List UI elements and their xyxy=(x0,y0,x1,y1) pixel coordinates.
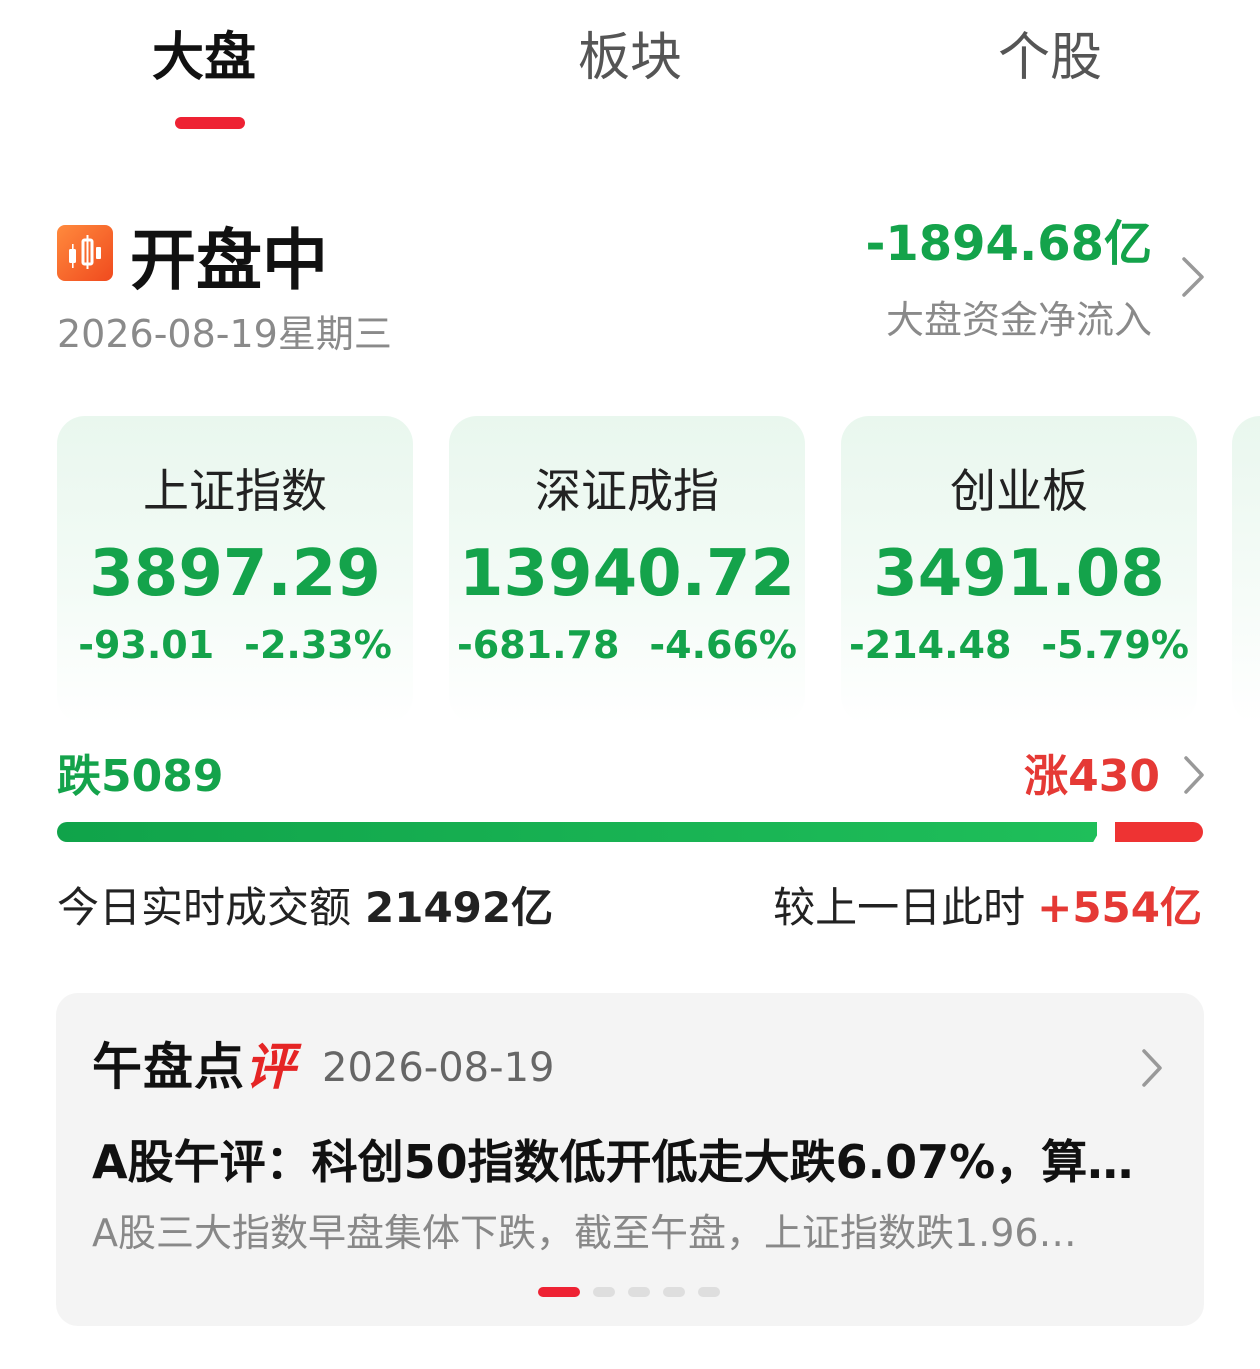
index-name: 创业板 xyxy=(950,464,1088,518)
turnover-row: 今日实时成交额 21492亿 xyxy=(57,882,553,934)
index-value: 13940.72 xyxy=(458,537,796,611)
turnover-label: 今日实时成交额 xyxy=(57,883,352,932)
carousel-dot[interactable] xyxy=(698,1287,720,1297)
turnover-compare-row: 较上一日此时 +554亿 xyxy=(773,882,1202,934)
tab-stocks[interactable]: 个股 xyxy=(998,26,1102,90)
index-card-chinext[interactable]: 创业板 3491.08 -214.48 -5.79% xyxy=(841,416,1197,724)
market-status-date: 2026-08-19星期三 xyxy=(57,312,392,356)
index-card-shanghai[interactable]: 上证指数 3897.29 -93.01 -2.33% xyxy=(57,416,413,724)
turnover-compare-value: +554亿 xyxy=(1037,883,1202,932)
index-change-pct: -5.79% xyxy=(1041,623,1190,667)
carousel-dot[interactable] xyxy=(593,1287,615,1297)
commentary-summary: A股三大指数早盘集体下跌，截至午盘，上证指数跌1.96… xyxy=(92,1211,1077,1255)
chevron-right-icon[interactable] xyxy=(1138,1047,1166,1089)
rising-stocks-count[interactable]: 涨430 xyxy=(1024,750,1160,804)
index-card-next-peek[interactable] xyxy=(1232,416,1260,724)
falling-stocks-count: 跌5089 xyxy=(57,751,224,802)
net-inflow-value[interactable]: -1894.68亿 xyxy=(865,214,1152,274)
top-tab-bar: 大盘 板块 个股 xyxy=(0,0,1260,140)
commentary-date: 2026-08-19 xyxy=(322,1045,555,1091)
index-change-row: -681.78 -4.66% xyxy=(449,622,805,668)
turnover-compare-label: 较上一日此时 xyxy=(773,883,1026,932)
net-inflow-label[interactable]: 大盘资金净流入 xyxy=(886,296,1152,344)
index-change-row: -214.48 -5.79% xyxy=(841,622,1197,668)
index-change: -214.48 xyxy=(848,623,1012,667)
market-breadth-bar xyxy=(57,822,1203,842)
turnover-value: 21492亿 xyxy=(365,883,554,932)
index-change-row: -93.01 -2.33% xyxy=(57,622,413,668)
index-change: -681.78 xyxy=(456,623,620,667)
index-change-pct: -4.66% xyxy=(649,623,798,667)
breadth-fall-segment xyxy=(57,822,1097,842)
index-change: -93.01 xyxy=(78,623,215,667)
chevron-right-icon[interactable] xyxy=(1178,255,1208,299)
carousel-dot[interactable] xyxy=(663,1287,685,1297)
index-card-shenzhen[interactable]: 深证成指 13940.72 -681.78 -4.66% xyxy=(449,416,805,724)
index-value: 3491.08 xyxy=(873,537,1165,611)
carousel-dot[interactable] xyxy=(538,1287,580,1297)
active-tab-indicator xyxy=(175,117,245,129)
carousel-dot[interactable] xyxy=(628,1287,650,1297)
midday-commentary-card[interactable]: 午盘点评 2026-08-19 A股午评：科创50指数低开低走大跌6.07%，算… xyxy=(56,993,1204,1326)
breadth-rise-segment xyxy=(1115,822,1203,842)
chevron-right-icon[interactable] xyxy=(1180,754,1208,796)
commentary-brand-accent: 评 xyxy=(245,1038,296,1096)
index-name: 深证成指 xyxy=(535,464,719,518)
tab-market[interactable]: 大盘 xyxy=(152,26,256,90)
commentary-brand: 午盘点评 xyxy=(92,1037,296,1097)
tab-sectors[interactable]: 板块 xyxy=(578,26,682,90)
market-status-title: 开盘中 xyxy=(130,222,328,299)
index-change-pct: -2.33% xyxy=(244,623,392,667)
index-name: 上证指数 xyxy=(143,464,327,518)
commentary-headline[interactable]: A股午评：科创50指数低开低走大跌6.07%，算… xyxy=(92,1133,1168,1191)
index-value: 3897.29 xyxy=(89,537,381,611)
commentary-brand-text: 午盘点 xyxy=(92,1038,245,1096)
candlestick-chart-icon xyxy=(57,225,113,281)
